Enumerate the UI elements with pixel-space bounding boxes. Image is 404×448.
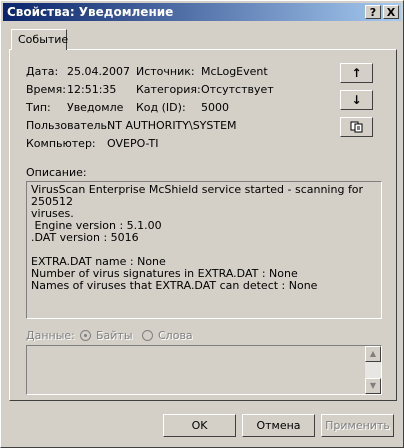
data-box[interactable]: ▲ ▼ (26, 345, 382, 395)
date-value: 25.04.2007 (67, 65, 130, 78)
arrow-down-icon: ↓ (351, 93, 362, 107)
bytes-label: Байты (96, 329, 133, 342)
scroll-down-icon[interactable]: ▼ (365, 378, 381, 394)
cancel-button[interactable]: Отмена (242, 414, 315, 437)
user-value: NT AUTHORITY\SYSTEM (107, 119, 237, 132)
next-event-button[interactable]: ↓ (340, 90, 373, 110)
close-button[interactable]: X (383, 5, 399, 19)
window-title: Свойства: Уведомление (7, 5, 174, 19)
ok-button[interactable]: OK (163, 414, 236, 437)
computer-label: Компьютер: (26, 137, 96, 150)
bytes-radio[interactable] (80, 330, 91, 341)
copy-icon (350, 121, 362, 133)
help-button[interactable]: ? (365, 5, 381, 19)
type-value: Уведомле (67, 101, 124, 114)
copy-button[interactable] (340, 117, 373, 137)
source-label: Источник: (136, 65, 195, 78)
user-label: Пользователь: (26, 119, 111, 132)
description-label: Описание: (26, 166, 87, 179)
title-bar: Свойства: Уведомление ? X (3, 3, 401, 21)
data-scrollbar[interactable]: ▲ ▼ (365, 346, 381, 394)
category-label: Категория: (136, 83, 201, 96)
description-text[interactable]: VirusScan Enterprise McShield service st… (26, 181, 382, 319)
previous-event-button[interactable]: ↑ (340, 63, 373, 83)
computer-value: OVEPO-TI (107, 137, 159, 150)
arrow-up-icon: ↑ (351, 66, 362, 80)
category-value: Отсутствует (201, 83, 274, 96)
code-value: 5000 (201, 101, 229, 114)
date-label: Дата: (26, 65, 59, 78)
time-value: 12:51:35 (67, 83, 117, 96)
words-label: Слова (158, 329, 193, 342)
scroll-up-icon[interactable]: ▲ (365, 346, 381, 362)
data-label: Данные: (26, 329, 75, 342)
source-value: McLogEvent (201, 65, 268, 78)
properties-dialog: Свойства: Уведомление ? X Событие Дата: … (0, 0, 404, 448)
words-radio[interactable] (142, 330, 153, 341)
code-label: Код (ID): (136, 101, 186, 114)
apply-button[interactable]: Применить (321, 414, 394, 437)
time-label: Время: (26, 83, 66, 96)
tab-event[interactable]: Событие (11, 29, 68, 50)
type-label: Тип: (26, 101, 51, 114)
